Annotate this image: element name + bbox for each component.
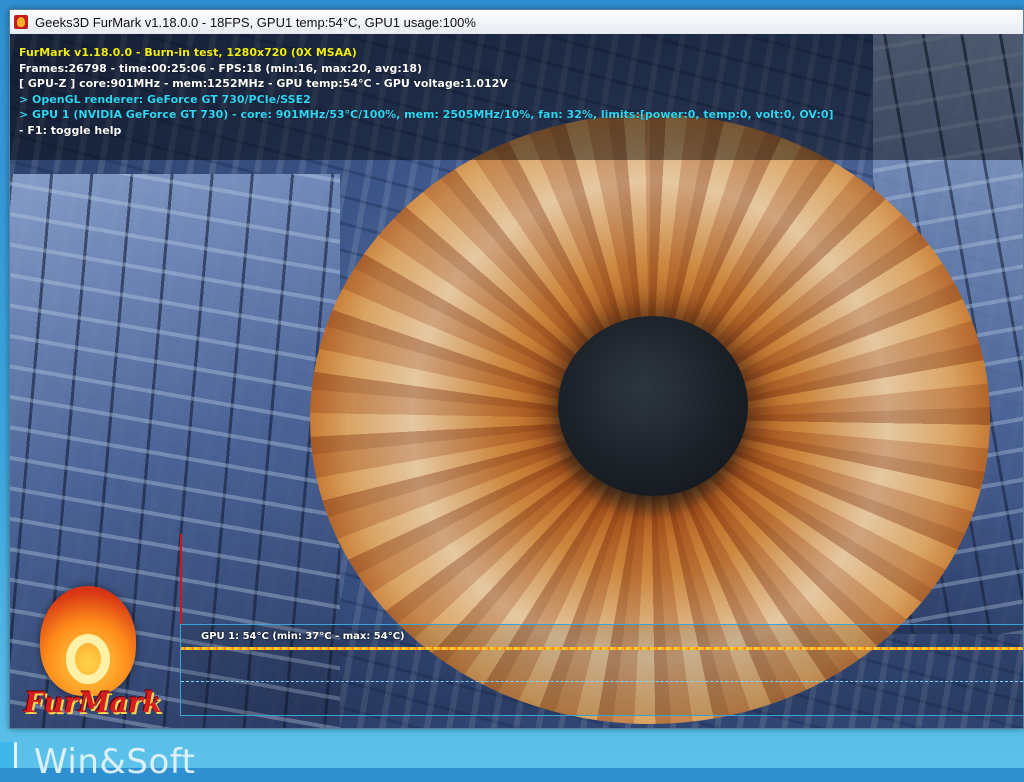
furmark-logo: FurMark bbox=[18, 582, 168, 722]
osd-gpuz-info: [ GPU-Z ] core:901MHz - mem:1252MHz - GP… bbox=[19, 77, 508, 90]
render-viewport[interactable]: FurMark v1.18.0.0 - Burn-in test, 1280x7… bbox=[10, 34, 1023, 728]
osd-title: FurMark v1.18.0.0 - Burn-in test, 1280x7… bbox=[19, 46, 357, 59]
graph-temp-line bbox=[181, 647, 1023, 650]
osd-overlay: FurMark v1.18.0.0 - Burn-in test, 1280x7… bbox=[10, 34, 1023, 160]
window-title: Geeks3D FurMark v1.18.0.0 - 18FPS, GPU1 … bbox=[35, 14, 476, 30]
osd-gpu1-info: > GPU 1 (NVIDIA GeForce GT 730) - core: … bbox=[19, 108, 834, 121]
graph-marker-line bbox=[180, 534, 182, 624]
eye-pupil bbox=[558, 316, 748, 496]
temperature-graph: GPU 1: 54°C (min: 37°C - max: 54°C) bbox=[180, 624, 1023, 716]
osd-renderer-info: > OpenGL renderer: GeForce GT 730/PCIe/S… bbox=[19, 93, 311, 106]
osd-help-hint: - F1: toggle help bbox=[19, 124, 122, 137]
taskbar-edge bbox=[0, 742, 17, 768]
furmark-app-icon[interactable] bbox=[14, 15, 28, 29]
logo-text: FurMark bbox=[24, 686, 162, 719]
title-bar[interactable]: Geeks3D FurMark v1.18.0.0 - 18FPS, GPU1 … bbox=[10, 10, 1023, 35]
graph-min-dashline bbox=[181, 681, 1023, 682]
desktop-watermark: Win&Soft bbox=[34, 742, 196, 782]
graph-temp-label: GPU 1: 54°C (min: 37°C - max: 54°C) bbox=[201, 631, 405, 642]
osd-frames-info: Frames:26798 - time:00:25:06 - FPS:18 (m… bbox=[19, 62, 423, 75]
furmark-window[interactable]: Geeks3D FurMark v1.18.0.0 - 18FPS, GPU1 … bbox=[9, 9, 1024, 729]
flame-icon bbox=[40, 586, 136, 696]
